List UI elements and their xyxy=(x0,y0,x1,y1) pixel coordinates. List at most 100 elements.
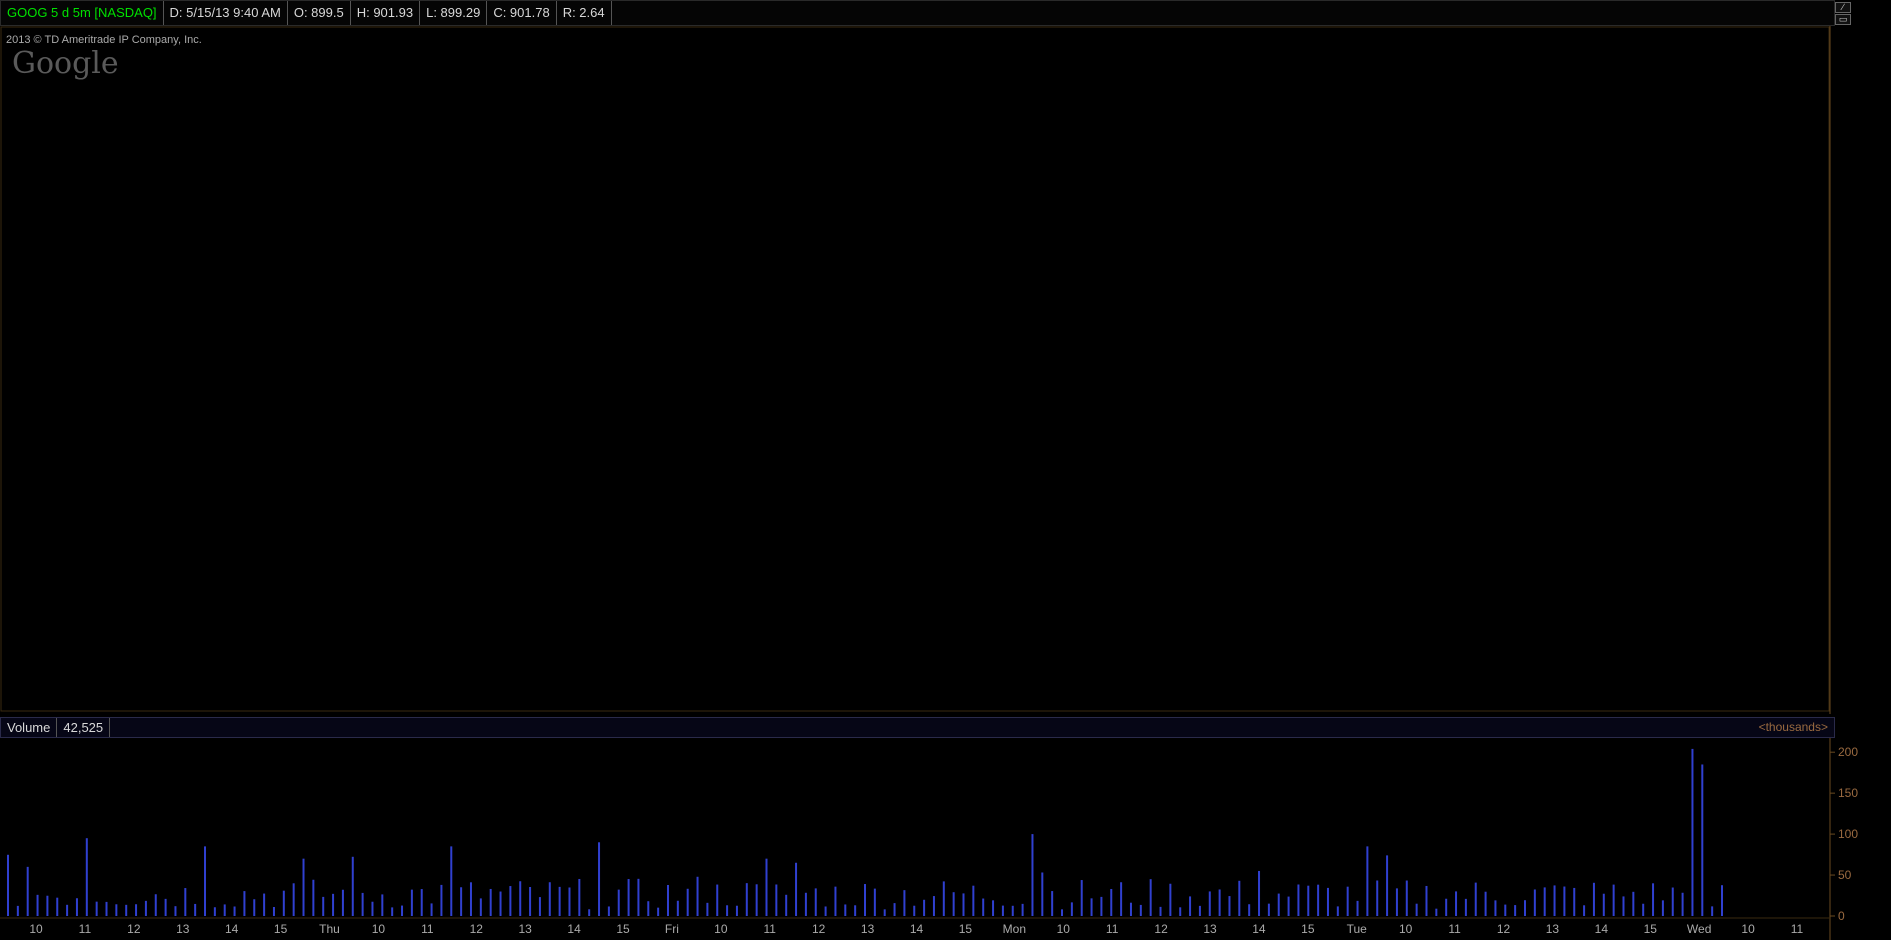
volume-bar xyxy=(903,890,906,916)
volume-bar xyxy=(1326,887,1329,916)
volume-bar xyxy=(223,904,226,916)
volume-bar xyxy=(184,888,187,916)
volume-bar xyxy=(154,894,157,916)
volume-bar xyxy=(292,883,295,916)
volume-bar xyxy=(972,885,975,916)
volume-bar xyxy=(548,882,551,916)
high-label: H: 901.93 xyxy=(351,1,421,25)
volume-bar xyxy=(1287,896,1290,916)
chart-controls: ∕ ▭ xyxy=(1835,2,1855,25)
volume-chart[interactable]: 0 50 100 150 200 10 11 12 13 14 15 Thu 10 11 12 13 14 15… xyxy=(0,738,1891,940)
x-tick-label: 12 xyxy=(1154,922,1168,936)
volume-bar xyxy=(125,904,128,916)
volume-bar xyxy=(755,884,758,916)
volume-bar xyxy=(1642,903,1645,916)
volume-bar xyxy=(1573,887,1576,916)
volume-bar xyxy=(804,892,807,916)
volume-bar xyxy=(775,884,778,916)
volume-bar xyxy=(696,876,699,916)
volume-bar xyxy=(1386,855,1389,916)
volume-bar xyxy=(489,888,492,916)
x-tick-label: 11 xyxy=(764,922,777,936)
volume-bar xyxy=(834,886,837,916)
volume-bar xyxy=(1514,905,1517,916)
volume-bar xyxy=(962,893,965,916)
volume-bar xyxy=(1307,885,1310,916)
low-label: L: 899.29 xyxy=(420,1,488,25)
volume-bar xyxy=(1583,905,1586,916)
volume-bar xyxy=(302,858,305,916)
volume-bar xyxy=(1415,903,1418,916)
volume-bar xyxy=(666,884,669,916)
x-tick-label: 10 xyxy=(1741,922,1755,936)
x-tick-label: 14 xyxy=(1595,922,1609,936)
volume-bar xyxy=(706,902,709,916)
volume-bar xyxy=(893,903,896,916)
volume-bar xyxy=(56,897,59,916)
volume-bar xyxy=(568,887,571,916)
price-chart[interactable]: 855860865870875880885890895900905 161.8%… xyxy=(0,26,1891,714)
volume-bar xyxy=(135,904,138,916)
volume-bar xyxy=(371,901,374,916)
x-tick-label: 11 xyxy=(1448,922,1461,936)
x-tick-label: 15 xyxy=(959,922,973,936)
volume-bar xyxy=(1474,882,1477,916)
x-tick-label: 11 xyxy=(1791,922,1804,936)
collapse-button[interactable]: ▭ xyxy=(1835,14,1851,25)
volume-bar xyxy=(1061,909,1064,916)
volume-bar xyxy=(1031,834,1034,916)
volume-bar xyxy=(676,900,679,916)
volume-bar xyxy=(647,901,650,916)
volume-bar xyxy=(509,886,512,916)
volume-bar xyxy=(637,878,640,916)
x-tick-label: 13 xyxy=(518,922,532,936)
volume-bar xyxy=(1484,891,1487,916)
volume-tick-label: 50 xyxy=(1838,868,1852,882)
volume-bar xyxy=(204,846,207,916)
volume-bar xyxy=(1179,907,1182,916)
volume-value: 42,525 xyxy=(57,718,111,737)
volume-bar xyxy=(450,846,453,916)
x-tick-label: 13 xyxy=(1546,922,1560,936)
volume-bar xyxy=(1248,904,1251,916)
volume-bar xyxy=(607,906,610,916)
volume-bar xyxy=(341,889,344,916)
volume-bar xyxy=(1346,886,1349,916)
volume-bar xyxy=(1494,900,1497,916)
volume-bar xyxy=(529,887,532,916)
volume-bar xyxy=(1129,902,1132,916)
x-tick-label: 11 xyxy=(421,922,434,936)
symbol-label[interactable]: GOOG 5 d 5m [NASDAQ] xyxy=(1,1,164,25)
x-tick-label: 12 xyxy=(127,922,141,936)
volume-bar xyxy=(1021,903,1024,916)
volume-bar xyxy=(479,898,482,916)
volume-bar xyxy=(1159,906,1162,916)
volume-bar xyxy=(322,896,325,916)
volume-bar xyxy=(1612,884,1615,916)
volume-bar xyxy=(1189,896,1192,916)
volume-bar xyxy=(1277,893,1280,916)
volume-bar xyxy=(1169,883,1172,916)
volume-bar xyxy=(312,879,315,916)
volume-bar xyxy=(1149,879,1152,916)
price-panel-frame xyxy=(0,26,1830,712)
volume-bar xyxy=(469,882,472,916)
x-tick-label: 12 xyxy=(1497,922,1511,936)
volume-bar xyxy=(1041,872,1044,916)
volume-bar xyxy=(923,899,926,916)
volume-bar xyxy=(1602,893,1605,916)
volume-bar xyxy=(814,888,817,916)
volume-bar xyxy=(391,907,394,916)
volume-bar xyxy=(1435,908,1438,916)
volume-bar xyxy=(1218,889,1221,916)
style-button[interactable]: ∕ xyxy=(1835,2,1851,13)
volume-bar xyxy=(1238,880,1241,916)
volume-bar xyxy=(716,884,719,916)
x-tick-label: Fri xyxy=(665,922,679,936)
volume-bar xyxy=(1523,900,1526,916)
volume-bar xyxy=(982,898,985,916)
volume-bar xyxy=(1671,887,1674,916)
x-tick-label: 15 xyxy=(274,922,288,936)
open-label: O: 899.5 xyxy=(288,1,351,25)
volume-bar xyxy=(1258,870,1261,916)
